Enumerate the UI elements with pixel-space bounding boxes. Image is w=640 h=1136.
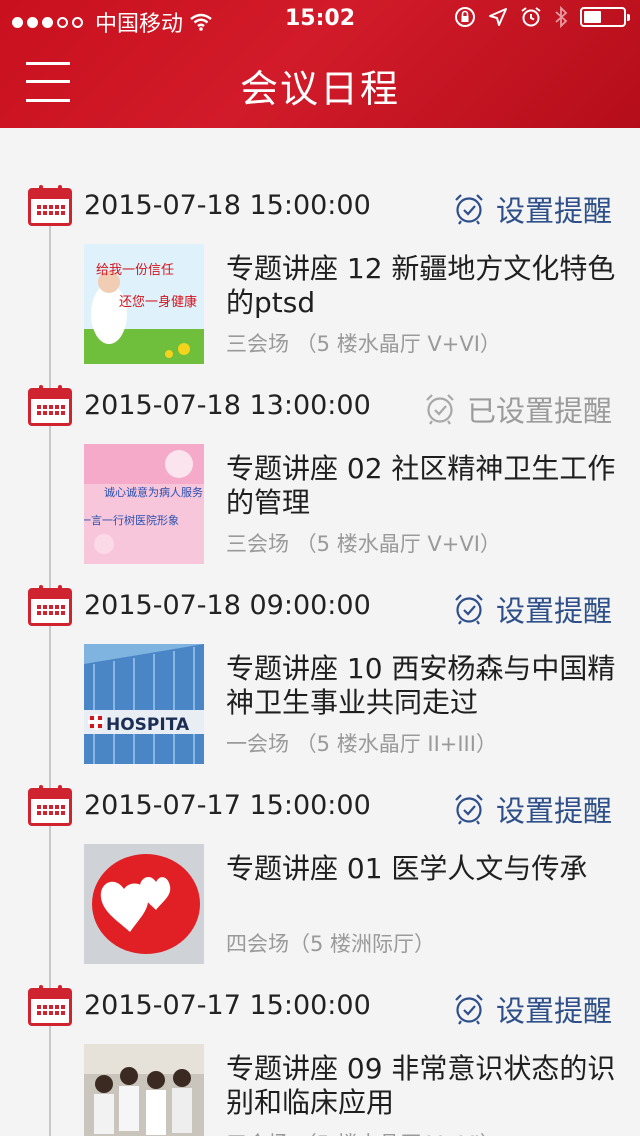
thumb-text: 给我一份信任 xyxy=(96,263,174,278)
alarm-clock-icon xyxy=(455,994,483,1025)
status-bar: 中国移动 15:02 xyxy=(0,0,640,40)
battery-icon xyxy=(580,7,630,27)
reminder-label: 设置提醒 xyxy=(495,194,612,228)
set-reminder-button[interactable]: 设置提醒 xyxy=(452,588,612,630)
reminder-set-button[interactable]: 已设置提醒 xyxy=(423,388,612,430)
session-datetime: 2015-07-18 15:00:00 xyxy=(84,190,371,221)
reminder-label: 设置提醒 xyxy=(495,594,612,628)
reminder-label: 已设置提醒 xyxy=(466,394,612,428)
page-title: 会议日程 xyxy=(239,67,400,111)
session-datetime: 2015-07-17 15:00:00 xyxy=(84,790,371,821)
bluetooth-icon xyxy=(555,6,568,28)
session-venue: 三会场 （5 楼水晶厅 V+VI） xyxy=(226,1128,501,1136)
location-arrow-icon xyxy=(489,8,507,26)
reminder-label: 设置提醒 xyxy=(495,994,612,1028)
thumb-text: 诚心诚意为病人服务 xyxy=(104,485,203,499)
thumb-text: 一言一行树医院形象 xyxy=(84,513,179,527)
calendar-icon xyxy=(28,585,72,626)
set-reminder-button[interactable]: 设置提醒 xyxy=(452,188,612,230)
set-reminder-button[interactable]: 设置提醒 xyxy=(452,788,612,830)
alarm-clock-icon xyxy=(455,794,483,825)
schedule-entry[interactable]: 2015-07-18 15:00:00 设置提醒 给我一份信任 还您一身健康 专… xyxy=(0,128,640,364)
session-title[interactable]: 专题讲座 09 非常意识状态的识别和临床应用 xyxy=(226,1052,616,1120)
schedule-entry[interactable]: 2015-07-17 15:00:00 设置提醒 专题讲座 01 医学人文与传承… xyxy=(0,728,640,964)
schedule-entry[interactable]: 2015-07-17 15:00:00 设置提醒 专题讲座 09 非常意识状态的… xyxy=(0,928,640,1136)
schedule-list[interactable]: 2015-07-18 15:00:00 设置提醒 给我一份信任 还您一身健康 专… xyxy=(0,128,640,1136)
session-title[interactable]: 专题讲座 02 社区精神卫生工作的管理 xyxy=(226,452,616,520)
schedule-entry[interactable]: 2015-07-18 13:00:00 已设置提醒 诚心诚意为病人服务 一言一行… xyxy=(0,328,640,564)
calendar-icon xyxy=(28,385,72,426)
session-datetime: 2015-07-18 13:00:00 xyxy=(84,390,371,421)
navigation-bar: 中国移动 15:02 会议日程 xyxy=(0,0,640,128)
session-title[interactable]: 专题讲座 12 新疆地方文化特色的ptsd xyxy=(226,252,616,320)
status-right xyxy=(454,6,630,28)
calendar-icon xyxy=(28,985,72,1026)
session-title[interactable]: 专题讲座 10 西安杨森与中国精神卫生事业共同走过 xyxy=(226,652,616,720)
alarm-clock-icon xyxy=(426,394,454,425)
session-datetime: 2015-07-17 15:00:00 xyxy=(84,990,371,1021)
session-title[interactable]: 专题讲座 01 医学人文与传承 xyxy=(226,852,616,886)
calendar-icon xyxy=(28,785,72,826)
alarm-status-icon xyxy=(521,7,541,27)
reminder-label: 设置提醒 xyxy=(495,794,612,828)
alarm-clock-icon xyxy=(455,194,483,225)
session-datetime: 2015-07-18 09:00:00 xyxy=(84,590,371,621)
calendar-icon xyxy=(28,185,72,226)
alarm-clock-icon xyxy=(455,594,483,625)
schedule-entry[interactable]: 2015-07-18 09:00:00 设置提醒 HOSPITA 专题讲座 10… xyxy=(0,528,640,764)
set-reminder-button[interactable]: 设置提醒 xyxy=(452,988,612,1030)
session-thumbnail[interactable] xyxy=(84,1044,204,1136)
thumb-text: 还您一身健康 xyxy=(119,294,197,310)
battery-level xyxy=(584,11,602,23)
rotation-lock-icon xyxy=(455,7,475,27)
